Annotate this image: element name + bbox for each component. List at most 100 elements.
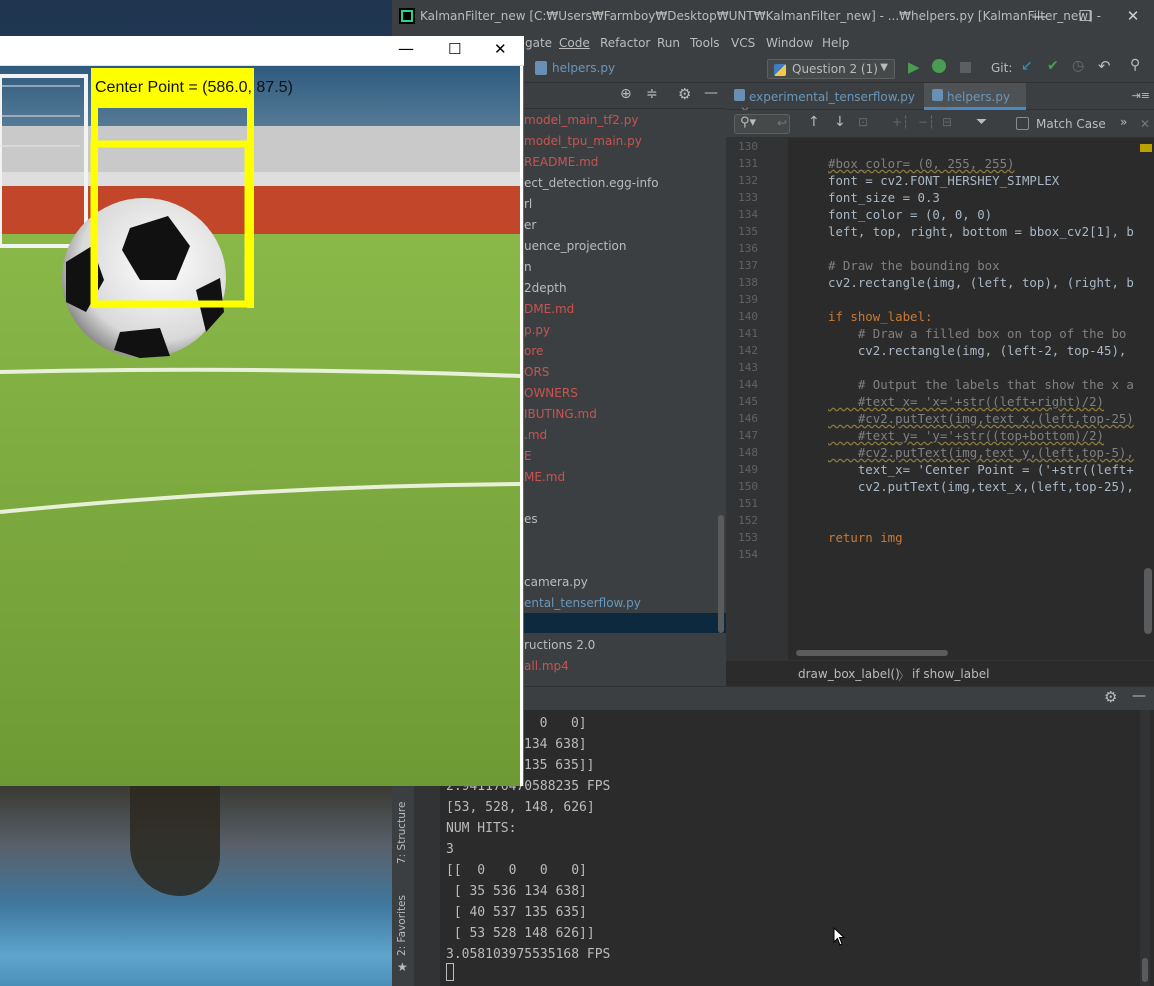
stop-icon[interactable] [960, 62, 971, 73]
console-scrollbar[interactable] [1142, 958, 1148, 982]
tab-helpers[interactable]: helpers.py ✕ [924, 83, 1026, 118]
project-item[interactable]: n [524, 260, 532, 274]
hide-icon[interactable]: — [1132, 688, 1146, 704]
menu-code[interactable]: Code [559, 36, 590, 50]
git-rollback-icon[interactable]: ↶ [1098, 57, 1111, 75]
project-item[interactable]: model_tpu_main.py [524, 134, 642, 148]
tab-experimental-tenserflow[interactable]: experimental_tenserflow.py ✕ [726, 83, 918, 118]
select-all-occurrences-icon[interactable]: ⊟ [942, 115, 952, 129]
project-item[interactable]: camera.py [524, 575, 588, 589]
maximize-button[interactable]: ☐ [448, 40, 461, 58]
structure-tool-tab[interactable]: 7: Structure [396, 802, 408, 864]
add-occurrence-icon[interactable]: +┆ [892, 115, 909, 129]
close-button[interactable]: ✕ [494, 40, 507, 58]
project-item[interactable]: ore [524, 344, 543, 358]
project-item[interactable]: OWNERS [524, 386, 578, 400]
more-options-icon[interactable]: » [1120, 115, 1127, 129]
breadcrumb-file[interactable]: helpers.py [552, 61, 615, 75]
menu-vcs[interactable]: VCS [731, 36, 755, 50]
find-all-icon[interactable]: ⊡ [858, 115, 868, 129]
project-item[interactable]: ructions 2.0 [524, 638, 595, 652]
tab-menu-icon[interactable]: ⇥≡ [1132, 89, 1150, 102]
run-configuration-select[interactable]: Question 2 (1) ▼ [767, 59, 895, 79]
minimize-button[interactable]: — [398, 39, 414, 58]
menu-window[interactable]: Window [766, 36, 813, 50]
prev-match-icon[interactable]: ↑ [808, 114, 820, 130]
project-item[interactable]: ect_detection.egg-info [524, 176, 659, 190]
project-item[interactable]: p.py [524, 323, 550, 337]
gear-icon[interactable]: ⚙ [1104, 688, 1117, 706]
code-editor[interactable]: #box_color= (0, 255, 255) font = cv2.FONT… [788, 138, 1154, 660]
search-input[interactable]: ⚲▾ ↩ [734, 114, 790, 134]
editor-hscrollbar[interactable] [796, 650, 948, 656]
favorites-tool-tab[interactable]: 2: Favorites [396, 895, 408, 956]
close-button[interactable]: ✕ [1118, 4, 1148, 28]
breadcrumb-block[interactable]: if show_label [912, 667, 989, 681]
git-commit-icon[interactable]: ✔ [1047, 58, 1059, 74]
gear-icon[interactable]: ⚙ [678, 85, 691, 103]
match-case-checkbox[interactable] [1016, 117, 1029, 130]
git-history-icon[interactable]: ◷ [1072, 58, 1084, 74]
debug-icon[interactable] [932, 59, 946, 73]
line-number: 146 [738, 412, 758, 425]
project-item[interactable]: es [524, 512, 538, 526]
remove-occurrence-icon[interactable]: −┆ [918, 115, 935, 129]
warning-marker[interactable] [1140, 144, 1152, 152]
menu-help[interactable]: Help [822, 36, 849, 50]
console-line: 3 [446, 842, 454, 857]
console-scrollbar-track[interactable] [1140, 710, 1150, 986]
code-line: return img [828, 530, 903, 545]
clear-icon[interactable]: ↩ [777, 116, 787, 130]
next-match-icon[interactable]: ↓ [834, 114, 846, 130]
code-line: font_size = 0.3 [828, 190, 940, 205]
code-line: text_x= 'Center Point = ('+str((left+ [828, 462, 1134, 477]
run-icon[interactable]: ▶ [908, 58, 920, 76]
line-number: 142 [738, 344, 758, 357]
console-cursor [446, 963, 454, 981]
search-icon: ⚲▾ [740, 115, 757, 130]
hide-icon[interactable]: — [704, 85, 718, 101]
menu-tools[interactable]: Tools [690, 36, 720, 50]
line-number: 143 [738, 361, 758, 374]
menu-navigate[interactable]: gate [525, 36, 552, 50]
project-item[interactable]: 2depth [524, 281, 567, 295]
project-item[interactable]: uence_projection [524, 239, 627, 253]
star-icon[interactable]: ★ [397, 960, 408, 974]
maximize-button[interactable]: ☐ [1070, 4, 1100, 28]
project-scrollbar[interactable] [718, 515, 724, 633]
project-item[interactable]: ORS [524, 365, 549, 379]
run-console[interactable]: 0 0] 134 638] 135 635]] 2.941176470588235 F… [440, 710, 1154, 986]
filter-icon[interactable]: ⏷ [976, 114, 987, 130]
project-item[interactable]: rl [524, 197, 532, 211]
line-number: 139 [738, 293, 758, 306]
opencv-titlebar[interactable]: — ☐ ✕ [0, 36, 524, 66]
project-item[interactable]: model_main_tf2.py [524, 113, 638, 127]
project-item[interactable]: DME.md [524, 302, 574, 316]
collapse-icon[interactable]: ≑ [646, 86, 658, 102]
project-item[interactable]: README.md [524, 155, 598, 169]
project-item[interactable]: ME.md [524, 470, 565, 484]
search-icon[interactable]: ⚲ [1130, 57, 1140, 73]
locate-icon[interactable]: ⊕ [620, 86, 632, 102]
project-item[interactable]: E [524, 449, 532, 463]
git-update-icon[interactable]: ↙ [1021, 58, 1033, 74]
menu-run[interactable]: Run [657, 36, 680, 50]
line-number: 132 [738, 174, 758, 187]
python-file-icon [734, 89, 745, 101]
close-icon[interactable]: ✕ [1140, 117, 1150, 131]
line-number: 134 [738, 208, 758, 221]
project-item[interactable]: .md [524, 428, 547, 442]
line-number: 147 [738, 429, 758, 442]
project-item[interactable]: er [524, 218, 536, 232]
project-item[interactable]: ental_tenserflow.py [524, 596, 641, 610]
editor-scrollbar[interactable] [1144, 568, 1152, 634]
line-number: 130 [738, 140, 758, 153]
project-item[interactable]: all.mp4 [524, 659, 569, 673]
line-number: 145 [738, 395, 758, 408]
project-item[interactable]: IBUTING.md [524, 407, 597, 421]
line-number: 151 [738, 497, 758, 510]
minimize-button[interactable]: — [1024, 4, 1054, 28]
menu-refactor[interactable]: Refactor [600, 36, 650, 50]
breadcrumb-function[interactable]: draw_box_label() [798, 667, 900, 681]
ide-titlebar[interactable]: KalmanFilter_new [C:₩Users₩Farmboy₩Deskt… [392, 0, 1154, 33]
